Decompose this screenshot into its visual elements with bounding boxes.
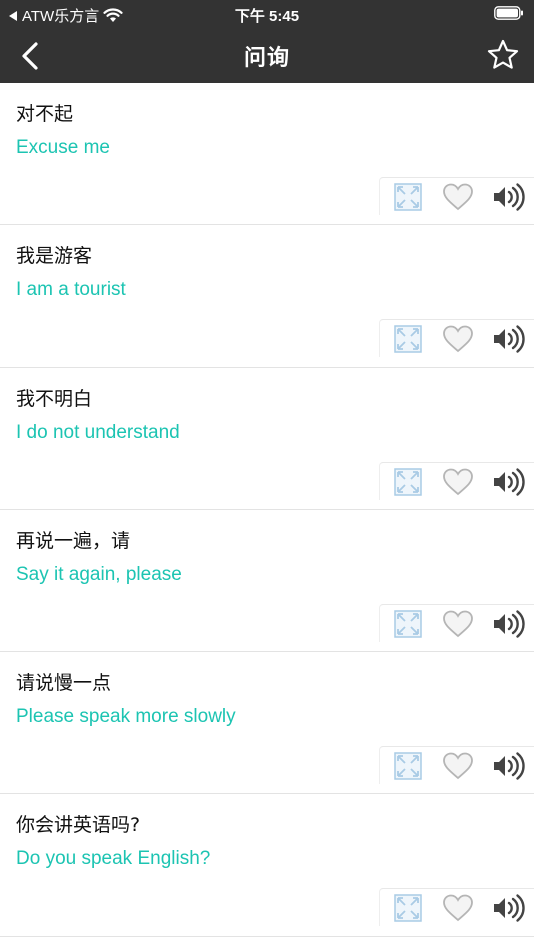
phrase-english: Do you speak English? xyxy=(16,848,211,870)
phrase-actions xyxy=(379,319,534,358)
expand-button[interactable] xyxy=(393,467,425,497)
speaker-icon xyxy=(494,610,525,638)
speaker-icon xyxy=(494,183,525,211)
play-audio-button[interactable] xyxy=(492,751,525,781)
phrase-actions xyxy=(379,603,534,642)
heart-icon xyxy=(443,325,473,353)
phrase-list: 对不起 Excuse me 我是游客 I am a tourist 我不明白 I… xyxy=(0,83,534,937)
phrase-english: I do not understand xyxy=(16,421,180,443)
heart-icon xyxy=(443,183,473,211)
play-audio-button[interactable] xyxy=(492,324,525,354)
phrase-english: I am a tourist xyxy=(16,279,126,301)
speaker-icon xyxy=(494,752,525,780)
phrase-actions xyxy=(379,746,534,785)
expand-button[interactable] xyxy=(393,609,425,639)
phrase-english: Say it again, please xyxy=(16,563,182,585)
favorite-phrase-button[interactable] xyxy=(442,751,474,781)
phrase-chinese: 再说一遍，请 xyxy=(16,529,131,552)
expand-icon xyxy=(394,894,422,923)
expand-icon xyxy=(394,183,422,211)
speaker-icon xyxy=(494,894,525,923)
heart-icon xyxy=(443,895,473,922)
expand-icon xyxy=(394,752,422,780)
phrase-item[interactable]: 你会讲英语吗? Do you speak English? xyxy=(0,794,534,937)
play-audio-button[interactable] xyxy=(492,893,525,923)
phrase-chinese: 请说慢一点 xyxy=(16,672,112,695)
heart-icon xyxy=(443,468,473,495)
status-time: 下午 5:45 xyxy=(234,8,300,25)
header: ATW乐方言 下午 5:45 问询 xyxy=(0,0,534,83)
page-title: 问询 xyxy=(243,45,290,70)
phrase-english: Excuse me xyxy=(16,137,110,158)
expand-icon xyxy=(394,325,422,354)
favorite-phrase-button[interactable] xyxy=(442,324,474,354)
favorite-phrase-button[interactable] xyxy=(442,182,474,212)
phrase-item[interactable]: 对不起 Excuse me xyxy=(0,83,534,226)
phrase-actions xyxy=(379,177,534,215)
battery-icon xyxy=(494,6,523,20)
phrase-item[interactable]: 再说一遍，请 Say it again, please xyxy=(0,509,534,653)
expand-icon xyxy=(394,467,422,496)
heart-icon xyxy=(443,752,473,780)
phrase-chinese: 对不起 xyxy=(16,103,74,125)
play-audio-button[interactable] xyxy=(492,609,525,639)
favorite-phrase-button[interactable] xyxy=(442,467,474,497)
phrase-chinese: 我是游客 xyxy=(16,245,93,268)
expand-button[interactable] xyxy=(393,324,425,354)
phrase-item[interactable]: 请说慢一点 Please speak more slowly xyxy=(0,652,534,795)
nav-bar: 问询 xyxy=(0,28,534,83)
status-bar: ATW乐方言 下午 5:45 xyxy=(0,0,534,28)
status-right xyxy=(494,6,524,24)
phrase-actions xyxy=(379,888,534,927)
phrase-item[interactable]: 我不明白 I do not understand xyxy=(0,367,534,510)
expand-button[interactable] xyxy=(393,751,425,781)
speaker-icon xyxy=(494,325,525,353)
expand-button[interactable] xyxy=(393,893,425,923)
expand-button[interactable] xyxy=(393,182,425,212)
phrase-chinese: 你会讲英语吗? xyxy=(16,814,141,837)
heart-icon xyxy=(443,610,473,638)
play-audio-button[interactable] xyxy=(492,182,525,212)
speaker-icon xyxy=(494,467,525,496)
phrase-chinese: 我不明白 xyxy=(16,387,93,410)
star-icon xyxy=(487,39,519,69)
favorite-button[interactable] xyxy=(486,38,520,72)
phrase-item[interactable]: 我是游客 I am a tourist xyxy=(0,225,534,368)
favorite-phrase-button[interactable] xyxy=(442,893,474,923)
expand-icon xyxy=(394,610,422,638)
phrase-english: Please speak more slowly xyxy=(16,706,236,728)
phrase-actions xyxy=(379,461,534,500)
play-audio-button[interactable] xyxy=(492,467,525,497)
favorite-phrase-button[interactable] xyxy=(442,609,474,639)
